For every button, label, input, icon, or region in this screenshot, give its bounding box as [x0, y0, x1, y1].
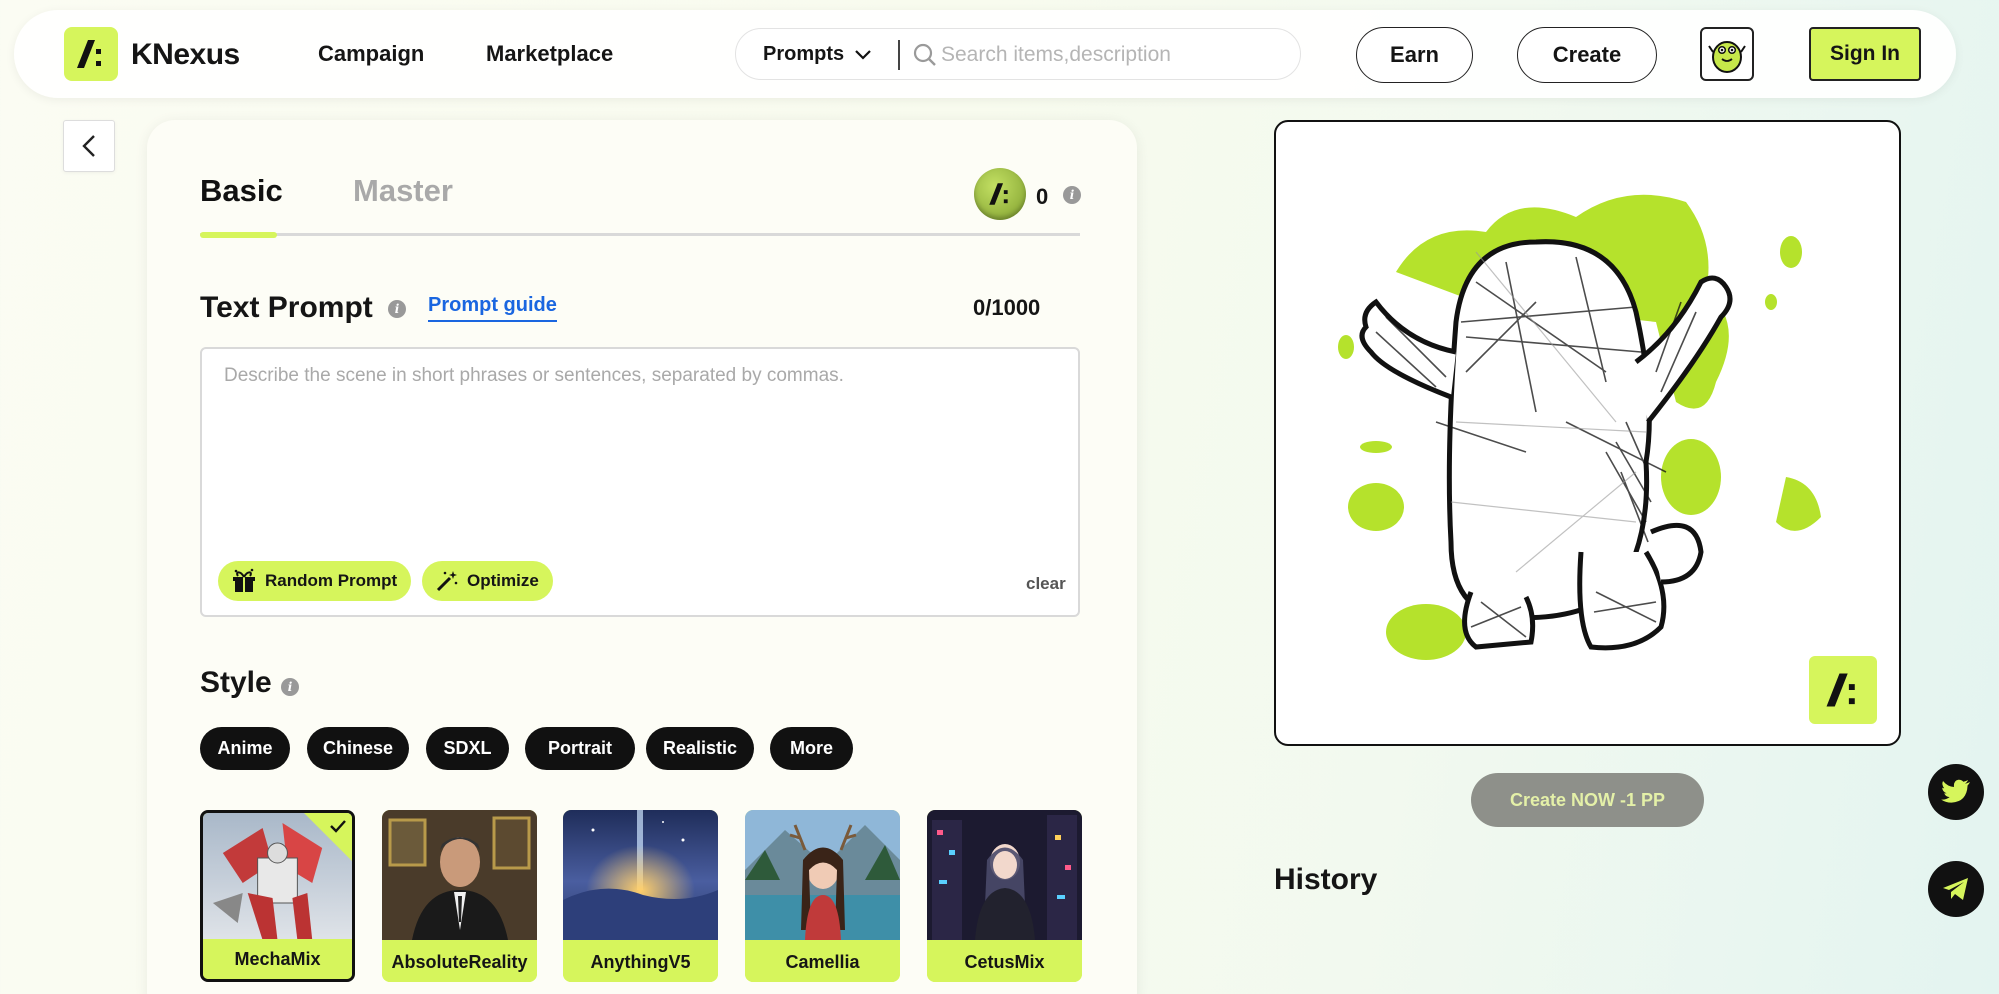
model-name: CetusMix — [927, 942, 1082, 982]
style-tag-chinese[interactable]: Chinese — [307, 727, 409, 770]
nav-marketplace[interactable]: Marketplace — [486, 41, 613, 67]
model-card-cetusmix[interactable]: CetusMix — [927, 810, 1082, 982]
clear-button[interactable]: clear — [1026, 574, 1066, 594]
tab-underline — [200, 233, 1080, 236]
earn-button[interactable]: Earn — [1356, 27, 1473, 83]
mascot-sketch-illustration — [1338, 194, 1821, 660]
tab-basic[interactable]: Basic — [200, 173, 283, 209]
style-tag-realistic[interactable]: Realistic — [646, 727, 754, 770]
prompt-box: Random Prompt Optimize clear — [200, 347, 1080, 617]
history-title: History — [1274, 863, 1378, 896]
credit-count: 0 — [1036, 184, 1049, 209]
optimize-label: Optimize — [467, 571, 539, 590]
twitter-button[interactable] — [1928, 764, 1984, 820]
char-counter: 0/1000 — [973, 295, 1041, 320]
tab-master[interactable]: Master — [353, 173, 453, 209]
sign-in-button[interactable]: Sign In — [1809, 27, 1921, 81]
info-icon[interactable]: i — [281, 678, 299, 696]
random-prompt-button[interactable]: Random Prompt — [218, 561, 412, 601]
search-divider — [898, 40, 900, 70]
tab-active-indicator — [200, 232, 277, 238]
nav-campaign[interactable]: Campaign — [318, 41, 424, 67]
create-button[interactable]: Create — [1517, 27, 1657, 83]
check-icon — [330, 820, 346, 833]
style-title: Style — [200, 666, 272, 699]
telegram-icon — [1943, 878, 1968, 900]
search-input[interactable] — [941, 38, 1281, 72]
style-tag-sdxl[interactable]: SDXL — [426, 727, 509, 770]
model-card-anythingv5[interactable]: AnythingV5 — [563, 810, 718, 982]
create-now-button[interactable]: Create NOW -1 PP — [1471, 773, 1704, 827]
credit-coin-icon — [974, 168, 1026, 220]
avatar[interactable] — [1700, 27, 1754, 81]
search-category-dropdown[interactable]: Prompts — [763, 43, 872, 66]
model-name: AbsoluteReality — [382, 942, 537, 982]
chevron-down-icon — [855, 49, 871, 60]
gift-icon — [233, 568, 255, 592]
model-card-camellia[interactable]: Camellia — [745, 810, 900, 982]
back-button[interactable] — [63, 120, 115, 172]
preview-image — [1274, 120, 1901, 746]
style-tag-anime[interactable]: Anime — [200, 727, 290, 770]
model-card-mechamix[interactable]: MechaMix — [200, 810, 355, 982]
mascot-icon — [1708, 41, 1746, 73]
info-icon[interactable]: i — [1063, 186, 1081, 204]
telegram-button[interactable] — [1928, 861, 1984, 917]
optimize-button[interactable]: Optimize — [422, 561, 553, 601]
back-arrow-icon — [82, 135, 95, 157]
model-name: Camellia — [745, 942, 900, 982]
model-card-absolutereality[interactable]: AbsoluteReality — [382, 810, 537, 982]
brand-name[interactable]: KNexus — [131, 38, 240, 72]
text-prompt-title: Text Prompt — [200, 291, 373, 324]
style-tag-more[interactable]: More — [770, 727, 853, 770]
style-tag-portrait[interactable]: Portrait — [525, 727, 635, 770]
model-name: AnythingV5 — [563, 942, 718, 982]
model-thumbnail — [927, 810, 1082, 940]
search-icon — [913, 43, 936, 66]
watermark-logo-icon — [1809, 656, 1877, 724]
search-bar: Prompts — [735, 28, 1301, 80]
search-category-label: Prompts — [763, 43, 845, 65]
info-icon[interactable]: i — [388, 300, 406, 318]
top-navbar: KNexus Campaign Marketplace Prompts Earn… — [14, 10, 1956, 98]
random-prompt-label: Random Prompt — [265, 571, 398, 590]
logo-icon[interactable] — [64, 27, 118, 81]
magic-wand-icon — [436, 571, 458, 592]
prompt-guide-link[interactable]: Prompt guide — [428, 294, 557, 322]
model-thumbnail — [382, 810, 537, 940]
model-thumbnail — [563, 810, 718, 940]
twitter-icon — [1941, 779, 1970, 803]
generation-panel: Basic Master 0 i Text Prompt i Prompt gu… — [147, 120, 1137, 994]
model-name: MechaMix — [203, 939, 352, 979]
model-thumbnail — [745, 810, 900, 940]
prompt-textarea[interactable] — [224, 365, 1054, 545]
